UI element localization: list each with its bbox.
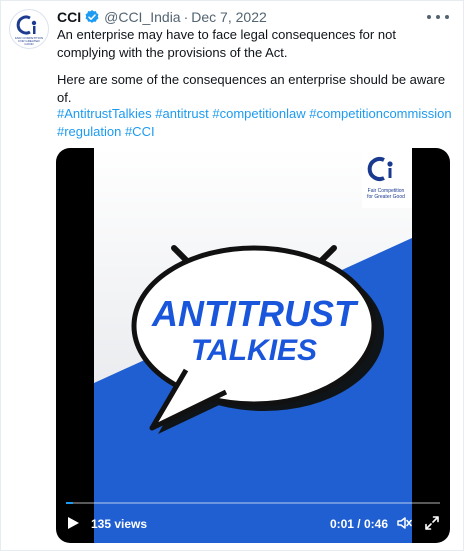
author-name[interactable]: CCI xyxy=(57,9,81,25)
hashtag-link[interactable]: #AntitrustTalkies xyxy=(57,106,152,121)
hashtag-link[interactable]: #regulation xyxy=(57,124,121,139)
fullscreen-icon[interactable] xyxy=(424,515,440,531)
poster-graphic: ANTITRUST TALKIES Fair Competition for G… xyxy=(94,148,412,543)
video-controls: 135 views 0:01 / 0:46 xyxy=(56,508,450,538)
tweet-text-line1: An enterprise may have to face legal con… xyxy=(57,27,396,60)
video-scrubber[interactable] xyxy=(66,502,440,504)
hashtag-link[interactable]: #competitionlaw xyxy=(212,106,305,121)
author-handle[interactable]: @CCI_India xyxy=(104,9,180,25)
play-icon[interactable] xyxy=(66,516,80,530)
video-player[interactable]: ANTITRUST TALKIES Fair Competition for G… xyxy=(56,148,450,543)
more-options-icon[interactable] xyxy=(427,10,449,24)
poster-title-1: ANTITRUST xyxy=(151,293,359,334)
tweet-date[interactable]: Dec 7, 2022 xyxy=(191,9,267,25)
avatar[interactable]: FAIR COMPETITION FOR GREATER GOOD xyxy=(9,9,49,49)
tweet-card[interactable]: FAIR COMPETITION FOR GREATER GOOD CCI @C… xyxy=(0,0,464,551)
video-poster[interactable]: ANTITRUST TALKIES Fair Competition for G… xyxy=(94,148,412,543)
volume-icon[interactable] xyxy=(396,515,412,531)
tweet-hashtags: #AntitrustTalkies #antitrust #competitio… xyxy=(57,105,453,141)
view-count: 135 views xyxy=(91,517,148,531)
tweet-text-line2: Here are some of the consequences an ent… xyxy=(57,72,446,105)
verified-badge-icon xyxy=(85,10,99,23)
video-progress xyxy=(66,502,74,504)
video-time: 0:01 / 0:46 xyxy=(329,517,388,531)
poster-title-2: TALKIES xyxy=(191,334,317,367)
hashtag-link[interactable]: #CCI xyxy=(125,124,155,139)
poster-tagline-2: for Greater Good xyxy=(367,194,405,200)
separator-dot: · xyxy=(183,9,189,25)
hashtag-link[interactable]: #competitioncommission xyxy=(309,106,451,121)
avatar-tagline: FAIR COMPETITION FOR GREATER GOOD xyxy=(14,36,44,46)
hashtag-link[interactable]: #antitrust xyxy=(155,106,208,121)
tweet-header: CCI @CCI_India · Dec 7, 2022 xyxy=(57,7,267,27)
